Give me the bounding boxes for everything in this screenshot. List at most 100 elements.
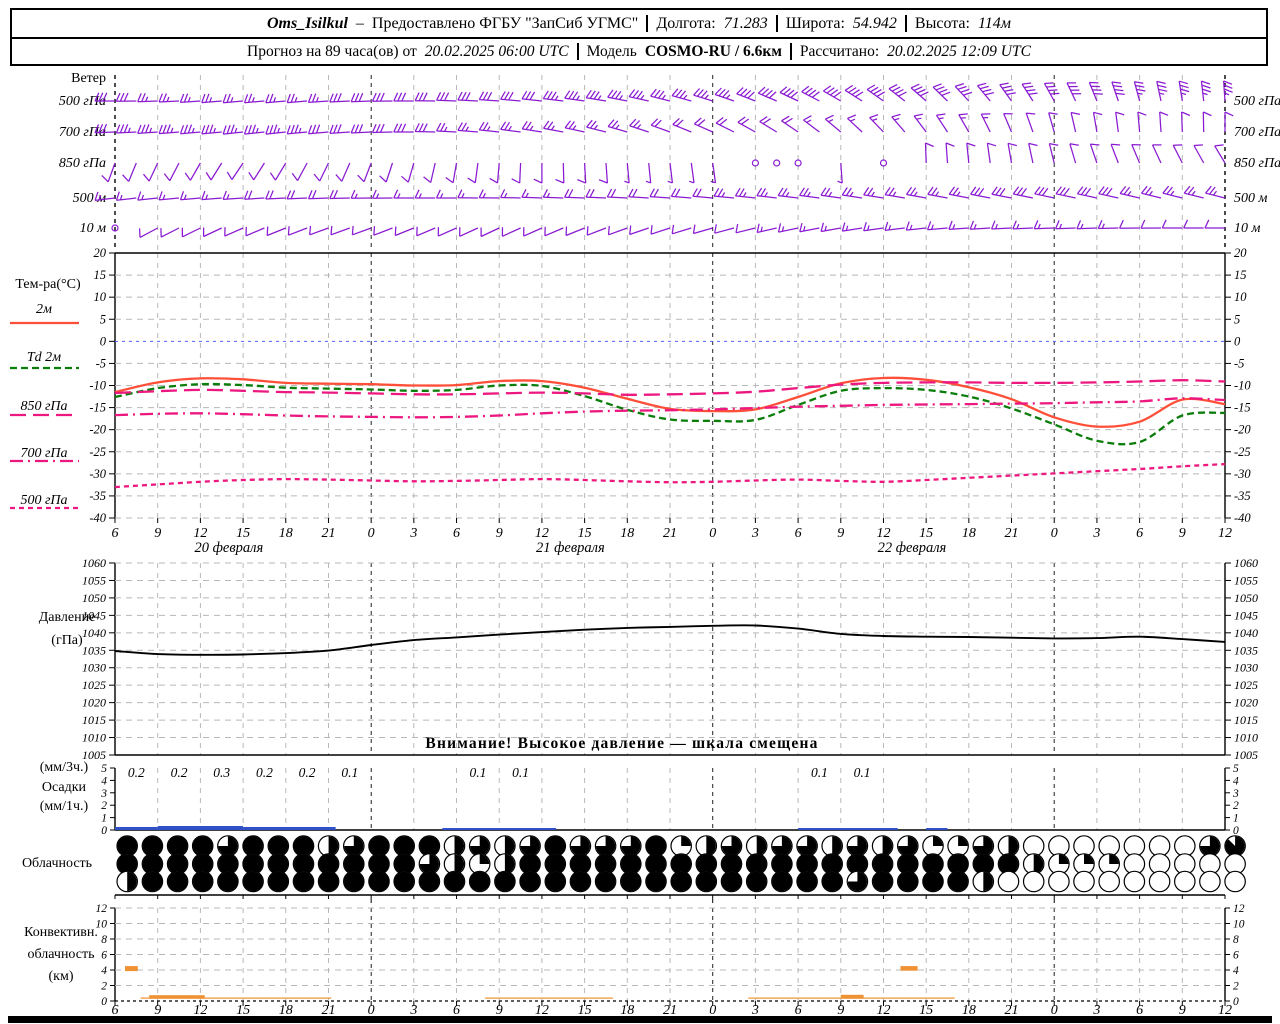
svg-text:3: 3 — [100, 788, 107, 800]
svg-text:1030: 1030 — [1234, 661, 1258, 675]
svg-text:5: 5 — [100, 312, 106, 326]
legend-label: 850 гПа — [20, 399, 67, 414]
svg-text:9: 9 — [154, 526, 161, 541]
precip-amount: 0.1 — [512, 765, 529, 780]
station-name: Oms_Isilkul — [267, 14, 348, 32]
precip-bar — [926, 828, 948, 830]
legend-label: 700 гПа — [20, 446, 67, 461]
pressure-warning: Внимание! Высокое давление — шкала смеще… — [425, 735, 818, 752]
svg-text:21: 21 — [663, 526, 677, 541]
header-dash: – — [355, 14, 364, 32]
svg-text:1: 1 — [101, 813, 107, 825]
svg-text:-40: -40 — [89, 511, 106, 525]
latitude-value: 54.942 — [852, 14, 897, 32]
precip-amount: 0.3 — [213, 765, 230, 780]
precip-amount: 0.2 — [256, 765, 273, 780]
latitude-label: Широта: — [785, 14, 845, 32]
precip-amount: 0.1 — [854, 765, 871, 780]
separator — [646, 15, 649, 32]
svg-text:0: 0 — [709, 526, 716, 541]
svg-text:1030: 1030 — [82, 661, 106, 675]
svg-text:1015: 1015 — [1234, 713, 1258, 727]
precip-units-1h: (мм/1ч.) — [40, 799, 89, 814]
convective-bar — [485, 997, 614, 999]
svg-text:2: 2 — [101, 800, 107, 812]
svg-text:1045: 1045 — [82, 608, 106, 622]
cloud-title: Облачность — [22, 856, 92, 871]
altitude-label: Высота: — [914, 14, 970, 32]
calc-time: 20.02.2025 12:09 UTC — [887, 42, 1031, 60]
precip-title: Осадки — [42, 780, 87, 795]
svg-text:1020: 1020 — [82, 696, 106, 710]
svg-text:15: 15 — [1234, 268, 1247, 282]
meteogram-plot: Ветер 500 гПа 500 гПа 700 гПа 700 гПа 850 гПа… — [10, 71, 1280, 1018]
svg-text:12: 12 — [535, 526, 549, 541]
precip-bar — [442, 828, 557, 830]
model-label: Модель — [586, 42, 637, 60]
svg-text:18: 18 — [279, 526, 293, 541]
svg-text:1040: 1040 — [82, 626, 106, 640]
pressure-units: (гПа) — [51, 633, 83, 648]
svg-text:0: 0 — [101, 825, 107, 837]
svg-text:18: 18 — [962, 526, 976, 541]
svg-text:-15: -15 — [89, 401, 106, 415]
svg-text:0: 0 — [1233, 825, 1239, 837]
svg-text:9: 9 — [496, 526, 503, 541]
precip-amount: 0.2 — [299, 765, 316, 780]
svg-text:1020: 1020 — [1234, 696, 1258, 710]
time-axis: 6699121215151818212100336699121215151818… — [112, 518, 1232, 1018]
svg-text:-30: -30 — [89, 467, 106, 481]
svg-text:3: 3 — [1092, 526, 1100, 541]
svg-text:6: 6 — [1233, 950, 1239, 962]
svg-text:1050: 1050 — [1234, 591, 1258, 605]
svg-text:-40: -40 — [1234, 511, 1251, 525]
svg-text:6: 6 — [453, 526, 460, 541]
svg-text:15: 15 — [578, 526, 592, 541]
convective-title-3: (км) — [49, 969, 74, 984]
svg-text:1015: 1015 — [82, 713, 106, 727]
svg-text:1005: 1005 — [1234, 748, 1258, 762]
svg-text:1025: 1025 — [82, 678, 106, 692]
precip-units-3h: (мм/3ч.) — [40, 760, 89, 775]
svg-text:-25: -25 — [89, 445, 106, 459]
wind-level-label: 10 м — [80, 221, 107, 236]
svg-text:0: 0 — [1234, 334, 1241, 348]
convective-title-2: облачность — [27, 947, 94, 962]
svg-text:10: 10 — [1234, 290, 1247, 304]
svg-text:10: 10 — [1233, 919, 1245, 931]
svg-text:6: 6 — [101, 950, 107, 962]
svg-text:1060: 1060 — [82, 556, 106, 570]
header-box: Oms_Isilkul – Предоставлено ФГБУ "ЗапСиб… — [10, 8, 1268, 66]
svg-text:18: 18 — [620, 526, 634, 541]
legend-label: Td 2м — [27, 350, 61, 365]
convective-bar — [125, 966, 138, 972]
svg-text:3: 3 — [751, 526, 759, 541]
precip-bar — [798, 828, 898, 830]
svg-text:1010: 1010 — [1234, 731, 1258, 745]
run-time: 20.02.2025 06:00 UTC — [424, 42, 569, 60]
svg-text:6: 6 — [795, 526, 802, 541]
convective-title-1: Конвективн. — [24, 925, 98, 940]
svg-text:15: 15 — [236, 526, 250, 541]
svg-text:12: 12 — [876, 526, 890, 541]
svg-text:0: 0 — [1233, 996, 1239, 1008]
forecast-label: Прогноз на 89 часа(ов) от — [247, 42, 417, 60]
svg-text:20: 20 — [1234, 246, 1247, 260]
svg-text:12: 12 — [96, 903, 108, 915]
svg-text:-25: -25 — [1234, 445, 1251, 459]
svg-text:-10: -10 — [1234, 379, 1251, 393]
svg-text:-15: -15 — [1234, 401, 1251, 415]
separator — [775, 15, 778, 32]
svg-text:1045: 1045 — [1234, 608, 1258, 622]
svg-text:21: 21 — [321, 526, 335, 541]
svg-text:0: 0 — [368, 526, 375, 541]
wind-level-label: 500 гПа — [1234, 94, 1280, 109]
legend: Тем-ра(°C) 2м Td 2м 850 гПа 700 гПа 500 гПа — [10, 277, 81, 510]
svg-text:-35: -35 — [89, 489, 106, 503]
altitude-value: 114м — [977, 14, 1011, 32]
svg-text:1025: 1025 — [1234, 678, 1258, 692]
svg-text:-35: -35 — [1234, 489, 1251, 503]
svg-text:10: 10 — [94, 290, 107, 304]
svg-text:0: 0 — [101, 996, 107, 1008]
svg-text:5: 5 — [101, 763, 107, 775]
